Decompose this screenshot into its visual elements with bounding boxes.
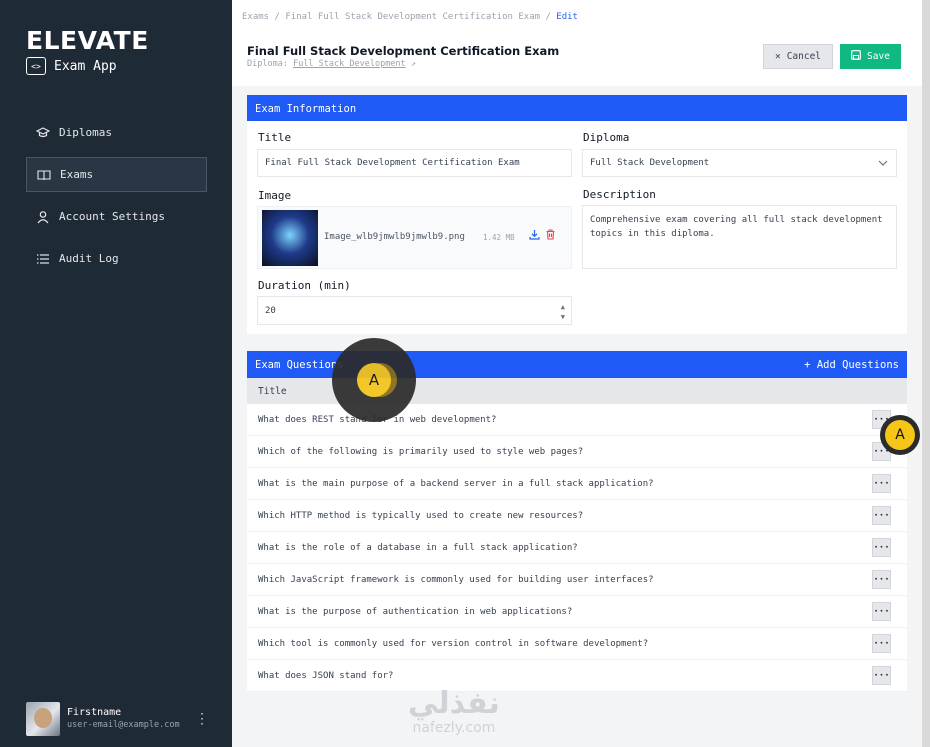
duration-value: 20 xyxy=(265,305,276,316)
diploma-prefix: Diploma: xyxy=(247,59,288,69)
close-icon: ✕ xyxy=(774,51,781,62)
image-filename: Image_wlb9jmwlb9jmwlb9.png xyxy=(324,232,465,242)
page-header: Exams / Final Full Stack Development Cer… xyxy=(232,0,922,86)
table-row[interactable]: What is the role of a database in a full… xyxy=(247,532,907,564)
logo: ELEVATE xyxy=(26,26,149,55)
more-horizontal-icon[interactable]: ··· xyxy=(872,506,891,525)
title-input[interactable]: Final Full Stack Development Certificati… xyxy=(257,149,572,177)
table-row[interactable]: Which HTTP method is typically used to c… xyxy=(247,500,907,532)
more-horizontal-icon[interactable]: ··· xyxy=(872,602,891,621)
save-icon xyxy=(851,50,861,63)
cursor-marker: A xyxy=(332,338,416,422)
table-row[interactable]: What does JSON stand for? ··· xyxy=(247,660,907,692)
table-row[interactable]: Which JavaScript framework is commonly u… xyxy=(247,564,907,596)
more-horizontal-icon[interactable]: ··· xyxy=(872,634,891,653)
table-row[interactable]: What is the main purpose of a backend se… xyxy=(247,468,907,500)
diploma-label: Diploma xyxy=(583,131,630,144)
breadcrumb-exam[interactable]: Final Full Stack Development Certificati… xyxy=(285,12,540,22)
more-vertical-icon[interactable]: ⋮ xyxy=(195,711,209,727)
sidebar-item-diplomas[interactable]: Diplomas xyxy=(26,115,207,150)
question-title: What does JSON stand for? xyxy=(258,670,394,681)
exam-information-header: Exam Information xyxy=(247,95,907,122)
user-profile[interactable]: Firstname user-email@example.com ⋮ xyxy=(26,702,209,736)
sidebar-item-label: Account Settings xyxy=(59,210,165,223)
table-row[interactable]: Which of the following is primarily used… xyxy=(247,436,907,468)
breadcrumb-separator: / xyxy=(274,12,286,22)
question-title: What is the purpose of authentication in… xyxy=(258,606,573,617)
sidebar-item-account-settings[interactable]: Account Settings xyxy=(26,199,207,234)
user-email: user-email@example.com xyxy=(67,720,180,730)
breadcrumb-current: Edit xyxy=(556,12,578,22)
sidebar: ELEVATE <> Exam App Diplomas Exams Accou… xyxy=(0,0,232,747)
diploma-link[interactable]: Full Stack Development xyxy=(293,59,406,69)
add-questions-button[interactable]: + Add Questions xyxy=(804,359,899,371)
sidebar-item-label: Audit Log xyxy=(59,252,119,265)
question-title: What is the main purpose of a backend se… xyxy=(258,478,654,489)
page-title: Final Full Stack Development Certificati… xyxy=(247,44,560,58)
section-title: Exam Information xyxy=(255,102,357,115)
breadcrumb-exams[interactable]: Exams xyxy=(242,12,269,22)
book-open-icon xyxy=(37,168,51,182)
question-title: What is the role of a database in a full… xyxy=(258,542,578,553)
more-horizontal-icon[interactable]: ··· xyxy=(872,538,891,557)
table-row[interactable]: What is the purpose of authentication in… xyxy=(247,596,907,628)
breadcrumb: Exams / Final Full Stack Development Cer… xyxy=(242,12,578,22)
diploma-subtitle: Diploma: Full Stack Development ↗ xyxy=(247,59,416,69)
image-thumbnail xyxy=(262,210,318,266)
exam-information-card: Title Final Full Stack Development Certi… xyxy=(247,121,907,334)
questions-table: Title What does REST stand for in web de… xyxy=(247,378,907,692)
sidebar-item-label: Diplomas xyxy=(59,126,112,139)
user-name: Firstname xyxy=(67,707,122,718)
more-horizontal-icon[interactable]: ··· xyxy=(872,666,891,685)
watermark: نفذلي nafezly.com xyxy=(408,686,500,737)
sidebar-item-label: Exams xyxy=(60,168,94,181)
app-title: <> Exam App xyxy=(26,57,117,75)
watermark-url: nafezly.com xyxy=(412,720,496,736)
graduation-cap-icon xyxy=(36,126,50,140)
sidebar-item-exams[interactable]: Exams xyxy=(26,157,207,192)
sidebar-nav: Diplomas Exams Account Settings Audit Lo… xyxy=(26,115,207,283)
download-icon[interactable] xyxy=(529,229,540,243)
marker-badge: A xyxy=(357,363,391,397)
table-row[interactable]: Which tool is commonly used for version … xyxy=(247,628,907,660)
question-title: Which tool is commonly used for version … xyxy=(258,638,649,649)
external-link-icon: ↗ xyxy=(410,59,416,69)
user-info: Firstname user-email@example.com xyxy=(67,706,188,732)
avatar xyxy=(26,702,60,736)
more-horizontal-icon[interactable]: ··· xyxy=(872,474,891,493)
more-horizontal-icon[interactable]: ··· xyxy=(872,570,891,589)
question-title: Which JavaScript framework is commonly u… xyxy=(258,574,654,585)
description-textarea[interactable]: Comprehensive exam covering all full sta… xyxy=(582,205,897,269)
image-filesize: 1.42 MB xyxy=(483,233,515,242)
save-label: Save xyxy=(867,51,890,62)
diploma-selected: Full Stack Development xyxy=(590,158,710,168)
image-label: Image xyxy=(258,189,292,202)
image-upload: Image_wlb9jmwlb9jmwlb9.png 1.42 MB xyxy=(257,206,572,269)
app-title-label: Exam App xyxy=(54,58,117,74)
chevron-down-icon xyxy=(878,159,888,170)
stepper-arrows-icon[interactable]: ▲ ▼ xyxy=(561,302,565,322)
code-folder-icon: <> xyxy=(26,57,46,75)
diploma-select[interactable]: Full Stack Development xyxy=(582,149,897,177)
breadcrumb-separator: / xyxy=(545,12,557,22)
user-icon xyxy=(36,210,50,224)
section-title: Exam Questions xyxy=(255,358,344,371)
cancel-button[interactable]: ✕ Cancel xyxy=(763,44,833,69)
list-icon xyxy=(36,252,50,266)
duration-label: Duration (min) xyxy=(258,279,351,292)
duration-input[interactable]: 20 ▲ ▼ xyxy=(257,296,572,325)
watermark-arabic: نفذلي xyxy=(408,686,500,721)
cursor-marker: A xyxy=(880,415,920,455)
question-title: Which of the following is primarily used… xyxy=(258,446,584,457)
trash-icon[interactable] xyxy=(545,229,556,243)
marker-badge: A xyxy=(885,420,915,450)
cancel-label: Cancel xyxy=(786,51,822,62)
save-button[interactable]: Save xyxy=(840,44,901,69)
title-label: Title xyxy=(258,131,292,144)
description-label: Description xyxy=(583,188,656,201)
sidebar-item-audit-log[interactable]: Audit Log xyxy=(26,241,207,276)
question-title: Which HTTP method is typically used to c… xyxy=(258,510,584,521)
